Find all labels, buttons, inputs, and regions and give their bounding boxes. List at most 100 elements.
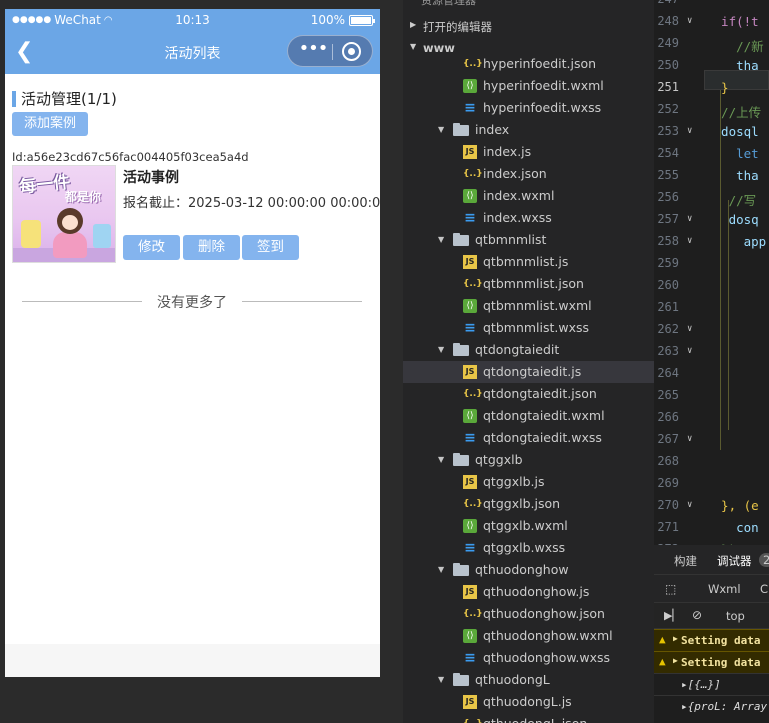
tree-item-label: hyperinfoedit.json bbox=[483, 56, 597, 71]
tree-item-label: qtggxlb.json bbox=[483, 496, 561, 511]
folder-file-icon bbox=[453, 343, 469, 356]
tree-file[interactable]: JS qtbmnmlist.js bbox=[403, 251, 654, 273]
warning-icon: ▲ bbox=[659, 633, 666, 646]
section-accent-bar bbox=[12, 90, 16, 107]
tree-item-label: qthuodongL.js bbox=[483, 694, 572, 709]
tree-file[interactable]: JS qtggxlb.js bbox=[403, 471, 654, 493]
tree-item-label: qtbmnmlist.js bbox=[483, 254, 569, 269]
tree-file[interactable]: {..} qthuodonghow.json bbox=[403, 603, 654, 625]
tree-file[interactable]: {..} qtbmnmlist.json bbox=[403, 273, 654, 295]
tree-item-label: qthuodongL bbox=[475, 672, 550, 687]
fold-chevron-icon[interactable]: ∨ bbox=[687, 434, 692, 444]
tree-item-label: index bbox=[475, 122, 510, 137]
close-miniprogram-icon[interactable] bbox=[342, 42, 361, 61]
wxss-file-icon: ≡ bbox=[464, 650, 476, 666]
line-number: 266 bbox=[657, 410, 679, 424]
fold-chevron-icon[interactable]: ∨ bbox=[687, 214, 692, 224]
edit-button[interactable]: 修改 bbox=[123, 235, 180, 260]
tree-file[interactable]: JS index.js bbox=[403, 141, 654, 163]
tree-file[interactable]: JS qtdongtaiedit.js bbox=[403, 361, 654, 383]
fold-chevron-icon[interactable]: ∨ bbox=[687, 346, 692, 356]
console-warning[interactable]: ▲ ▶ Setting data bbox=[654, 629, 769, 651]
folder-file-icon bbox=[453, 233, 469, 246]
tree-file[interactable]: JS qthuodonghow.js bbox=[403, 581, 654, 603]
tree-file[interactable]: {..}qthuodongL.json bbox=[403, 713, 654, 723]
tab-wxml[interactable]: Wxml bbox=[708, 582, 741, 596]
indent-guide bbox=[720, 90, 721, 450]
tab-console[interactable]: C bbox=[760, 582, 768, 596]
console-log[interactable]: ▸{proL: Array bbox=[654, 695, 769, 717]
tree-file[interactable]: {..} hyperinfoedit.json bbox=[403, 53, 654, 75]
code-editor[interactable]: 247 248 ∨ if(!t 249 //新 250 tha 251 } 252 //上传… bbox=[654, 0, 769, 545]
line-number: 257 bbox=[657, 212, 679, 226]
fold-chevron-icon[interactable]: ∨ bbox=[687, 126, 692, 136]
tree-file[interactable]: ≡ qthuodonghow.wxss bbox=[403, 647, 654, 669]
tab-debugger[interactable]: 调试器 bbox=[717, 553, 752, 569]
tree-file[interactable]: ≡ qtggxlb.wxss bbox=[403, 537, 654, 559]
json-file-icon: {..} bbox=[463, 717, 483, 723]
sidebar-toggle-icon[interactable]: ▶▏ bbox=[664, 609, 681, 622]
wxml-file-icon: ⟨⟩ bbox=[463, 79, 477, 93]
open-editors-section[interactable]: ▶ 打开的编辑器 bbox=[403, 15, 654, 37]
tree-file[interactable]: ⟨⟩ index.wxml bbox=[403, 185, 654, 207]
tree-folder[interactable]: ▼ qthuodonghow bbox=[403, 559, 654, 581]
navigation-bar: ❮ 活动列表 ••• bbox=[5, 31, 380, 74]
tree-folder[interactable]: ▼ qthuodongL bbox=[403, 669, 654, 691]
tree-file[interactable]: ≡ hyperinfoedit.wxss bbox=[403, 97, 654, 119]
more-dots-icon[interactable]: ••• bbox=[298, 40, 329, 60]
wxml-file-icon: ⟨⟩ bbox=[463, 629, 477, 643]
wxss-file-icon: ≡ bbox=[464, 210, 476, 226]
tree-file[interactable]: {..} index.json bbox=[403, 163, 654, 185]
console-warning[interactable]: ▲ ▶ Setting data bbox=[654, 651, 769, 673]
line-number: 270 bbox=[657, 498, 679, 512]
sign-in-button[interactable]: 签到 bbox=[242, 235, 299, 260]
delete-button[interactable]: 删除 bbox=[183, 235, 240, 260]
code-line: tha bbox=[706, 58, 759, 73]
js-file-icon: JS bbox=[463, 585, 477, 599]
tree-file[interactable]: JS qthuodongL.js bbox=[403, 691, 654, 713]
tree-file[interactable]: ⟨⟩ hyperinfoedit.wxml bbox=[403, 75, 654, 97]
line-number: 251 bbox=[657, 80, 679, 94]
code-line: //新 bbox=[706, 39, 764, 54]
tree-item-label: index.json bbox=[483, 166, 547, 181]
chevron-down-icon: ▼ bbox=[438, 345, 445, 354]
js-file-icon: JS bbox=[463, 145, 477, 159]
item-id: Id:a56e23cd67c56fac004405f03cea5a4d bbox=[12, 150, 249, 164]
status-bar: ●●●●● WeChat ◠ 10:13 100% bbox=[5, 9, 380, 31]
tree-file[interactable]: {..} qtdongtaiedit.json bbox=[403, 383, 654, 405]
tree-folder[interactable]: ▼ qtdongtaiedit bbox=[403, 339, 654, 361]
tree-file[interactable]: ≡ index.wxss bbox=[403, 207, 654, 229]
fold-chevron-icon[interactable]: ∨ bbox=[687, 500, 692, 510]
fold-chevron-icon[interactable]: ∨ bbox=[687, 236, 692, 246]
tree-file[interactable]: ⟨⟩ qthuodonghow.wxml bbox=[403, 625, 654, 647]
console-log[interactable]: ▸[{…}] bbox=[654, 673, 769, 695]
fold-chevron-icon[interactable]: ∨ bbox=[687, 16, 692, 26]
tree-file[interactable]: {..} qtggxlb.json bbox=[403, 493, 654, 515]
add-case-button[interactable]: 添加案例 bbox=[12, 112, 88, 136]
context-selector[interactable]: top bbox=[726, 609, 745, 623]
tree-folder[interactable]: ▼ qtggxlb bbox=[403, 449, 654, 471]
wxss-file-icon: ≡ bbox=[464, 320, 476, 336]
thumb-subtitle: 都是你 bbox=[65, 190, 102, 204]
folder-file-icon bbox=[453, 453, 469, 466]
tree-item-label: qtbmnmlist.wxml bbox=[483, 298, 592, 313]
warning-text: Setting data bbox=[681, 634, 761, 647]
item-thumbnail[interactable]: 每一件 都是你 bbox=[12, 165, 116, 263]
tree-item-label: qtggxlb.wxss bbox=[483, 540, 566, 555]
tree-item-label: qtdongtaiedit.wxml bbox=[483, 408, 605, 423]
fold-chevron-icon[interactable]: ∨ bbox=[687, 324, 692, 334]
tree-folder[interactable]: ▼ qtbmnmlist bbox=[403, 229, 654, 251]
tree-file[interactable]: ⟨⟩ qtggxlb.wxml bbox=[403, 515, 654, 537]
tree-file[interactable]: ⟨⟩ qtdongtaiedit.wxml bbox=[403, 405, 654, 427]
tree-file[interactable]: ⟨⟩ qtbmnmlist.wxml bbox=[403, 295, 654, 317]
folder-file-icon bbox=[453, 673, 469, 686]
clear-console-icon[interactable]: ⊘ bbox=[692, 608, 702, 622]
line-number: 263 bbox=[657, 344, 679, 358]
tree-folder[interactable]: ▼ index bbox=[403, 119, 654, 141]
tree-file[interactable]: ≡ qtdongtaiedit.wxss bbox=[403, 427, 654, 449]
tree-file[interactable]: ≡ qtbmnmlist.wxss bbox=[403, 317, 654, 339]
tab-build[interactable]: 构建 bbox=[674, 553, 697, 569]
line-number: 264 bbox=[657, 366, 679, 380]
tree-item-label: index.js bbox=[483, 144, 532, 159]
inspect-icon[interactable]: ⬚ bbox=[665, 582, 676, 596]
